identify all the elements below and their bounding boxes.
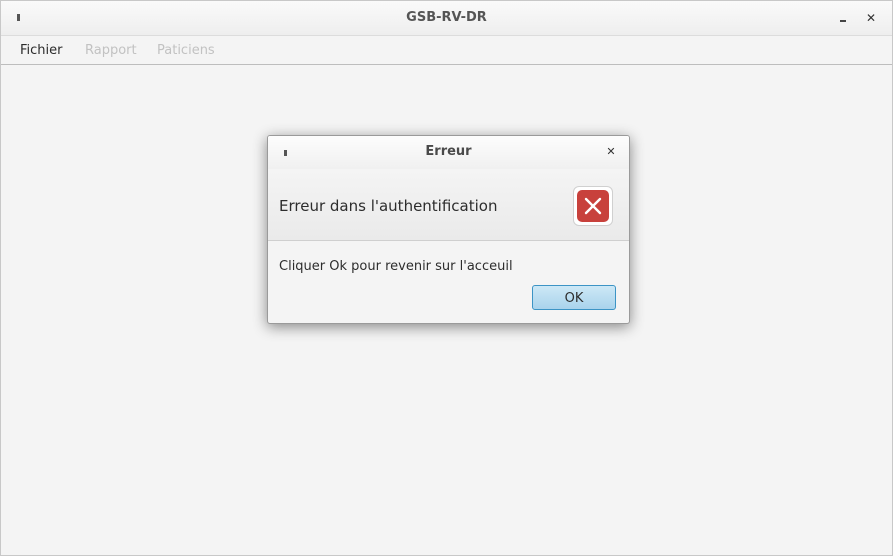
dialog-title: Erreur — [425, 144, 472, 159]
error-icon — [573, 186, 613, 226]
dialog-header: Erreur dans l'authentification — [268, 169, 629, 241]
window-title: GSB-RV-DR — [406, 10, 487, 25]
error-dialog: Erreur ✕ Erreur dans l'authentification … — [267, 135, 630, 324]
window-titlebar[interactable]: GSB-RV-DR ✕ — [1, 1, 892, 36]
dialog-close-icon[interactable]: ✕ — [605, 146, 617, 158]
dialog-content-text: Cliquer Ok pour revenir sur l'acceuil — [279, 259, 513, 274]
menu-fichier[interactable]: Fichier — [20, 43, 63, 58]
menubar: Fichier Rapport Paticiens — [1, 36, 892, 65]
minimize-icon[interactable] — [840, 20, 846, 22]
ok-button[interactable]: OK — [532, 285, 616, 310]
menu-paticiens[interactable]: Paticiens — [157, 43, 215, 58]
menu-rapport[interactable]: Rapport — [85, 43, 137, 58]
dialog-titlebar[interactable]: Erreur ✕ — [268, 136, 629, 169]
close-icon[interactable]: ✕ — [864, 11, 878, 25]
dialog-header-text: Erreur dans l'authentification — [279, 197, 498, 215]
